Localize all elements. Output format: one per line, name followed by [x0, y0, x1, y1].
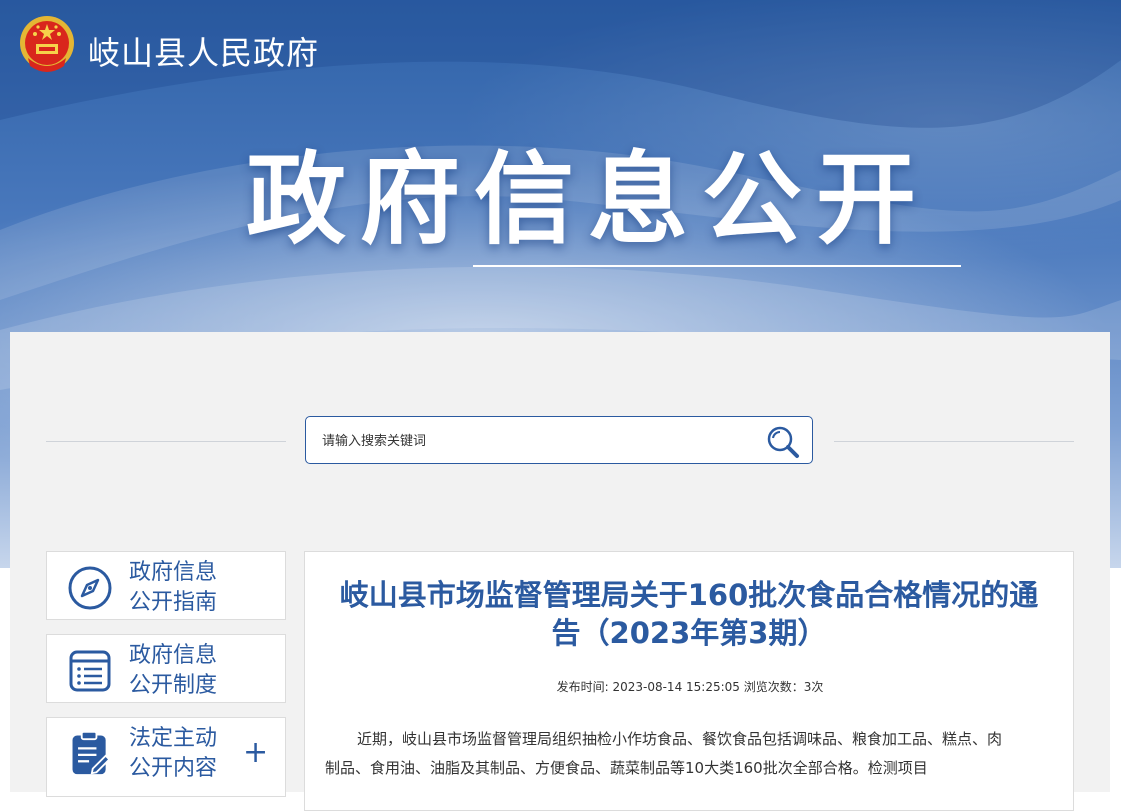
sidebar-item-label-line: 公开制度 — [129, 673, 218, 698]
expand-plus-icon[interactable]: + — [243, 738, 268, 768]
sidebar-item-label: 政府信息 公开制度 — [129, 641, 239, 701]
search-divider-left — [46, 441, 286, 442]
sidebar-item-label-line: 政府信息 — [129, 560, 218, 585]
article-body: 近期，岐山县市场监督管理局组织抽检小作坊食品、餐饮食品包括调味品、粮食加工品、糕… — [325, 730, 1003, 777]
sidebar-item-label-line: 公开指南 — [129, 590, 218, 615]
sidebar-item-label-line: 政府信息 — [129, 643, 218, 668]
compass-icon — [68, 566, 112, 610]
sidebar-item-guide[interactable]: 政府信息 公开指南 — [46, 551, 286, 620]
clipboard-edit-icon — [72, 730, 111, 775]
sidebar-item-label: 法定主动 公开内容 — [129, 724, 239, 784]
search-input[interactable] — [320, 427, 744, 455]
article-panel: 岐山县市场监督管理局关于160批次食品合格情况的通告（2023年第3期） 发布时… — [304, 551, 1074, 811]
document-list-icon — [69, 650, 111, 692]
hero-underline — [473, 265, 961, 267]
national-emblem-icon — [20, 16, 74, 72]
search-icon[interactable] — [760, 421, 804, 461]
sidebar-item-label-line: 法定主动 — [129, 726, 218, 751]
sidebar-item-label: 政府信息 公开指南 — [129, 558, 239, 618]
hero-title: 政府信息公开 — [246, 141, 930, 258]
site-title[interactable]: 岐山县人民政府 — [88, 28, 319, 74]
search-divider-right — [834, 441, 1074, 442]
sidebar-item-system[interactable]: 政府信息 公开制度 — [46, 634, 286, 703]
sidebar-item-mandatory-disclosure[interactable]: 法定主动 公开内容 + — [46, 717, 286, 797]
article-meta: 发布时间: 2023-08-14 15:25:05 浏览次数：3次 — [556, 680, 824, 694]
sidebar-item-label-line: 公开内容 — [129, 756, 218, 781]
article-title: 岐山县市场监督管理局关于160批次食品合格情况的通告（2023年第3期） — [339, 578, 1039, 650]
search-box — [305, 416, 813, 464]
